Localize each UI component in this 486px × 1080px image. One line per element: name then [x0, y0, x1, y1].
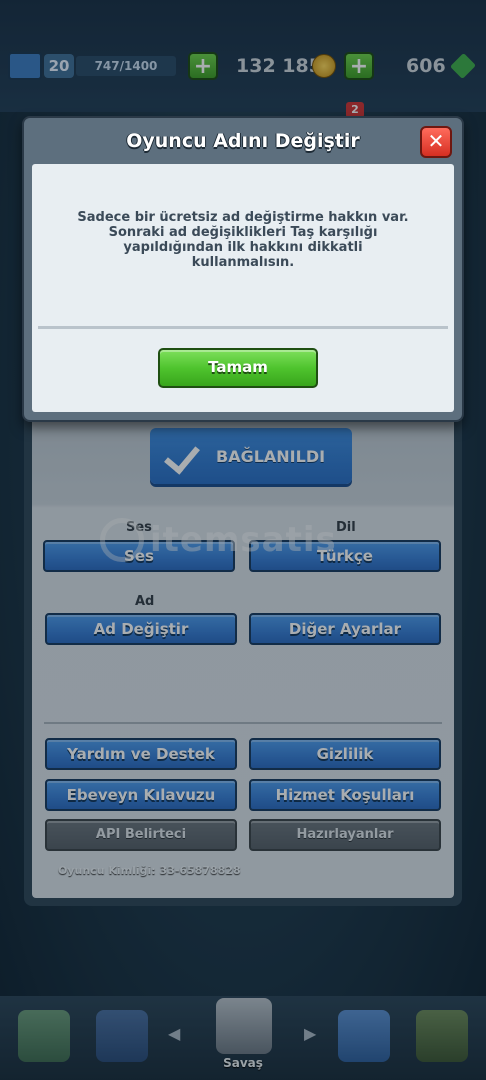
close-button[interactable]: ✕	[420, 126, 452, 158]
ok-button[interactable]: Tamam	[158, 348, 318, 388]
change-name-dialog: Oyuncu Adını Değiştir ✕ Sadece bir ücret…	[22, 116, 464, 422]
dialog-message: Sadece bir ücretsiz ad değiştirme hakkın…	[77, 210, 409, 270]
dialog-divider	[38, 326, 448, 329]
dialog-body: Sadece bir ücretsiz ad değiştirme hakkın…	[32, 164, 454, 412]
dialog-title: Oyuncu Adını Değiştir	[126, 130, 360, 152]
